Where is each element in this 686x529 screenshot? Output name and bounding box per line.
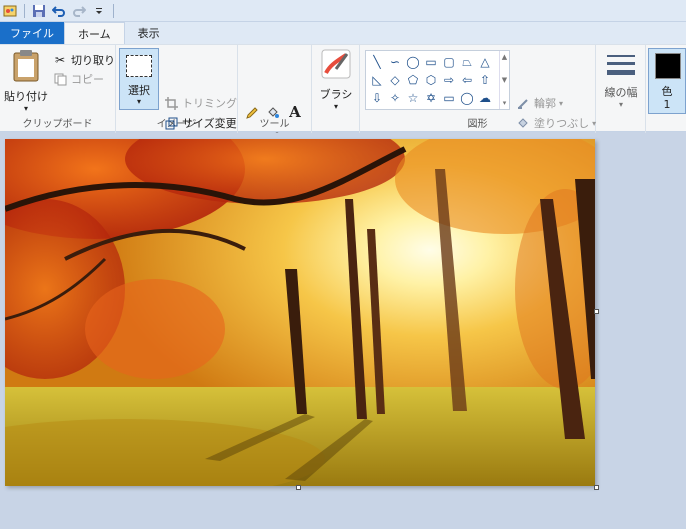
shapes-gallery[interactable]: ╲ ∽ ◯ ▭ ▢ ⏢ △ ◺ ◇ ⬠ ⬡ ⇨ ⇦ ⇧ ⇩ ✧ ☆ ✡ ▭ ◯ … xyxy=(365,50,510,110)
resize-label: サイズ変更 xyxy=(182,117,237,130)
clipboard-group-label: クリップボード xyxy=(22,119,93,130)
pencil-icon[interactable] xyxy=(244,105,260,121)
copy-button[interactable]: コピー xyxy=(52,71,104,87)
paint-app-icon[interactable] xyxy=(2,3,18,19)
right-arrow-shape-icon[interactable]: ⇨ xyxy=(440,71,458,89)
fill-bucket-icon[interactable] xyxy=(265,105,281,121)
clipboard-icon xyxy=(11,49,41,86)
customize-dropdown-icon[interactable] xyxy=(91,3,107,19)
resize-button[interactable]: サイズ変更 xyxy=(163,115,237,131)
chevron-up-icon[interactable]: ▲ xyxy=(502,53,507,61)
right-triangle-shape-icon[interactable]: ◺ xyxy=(368,71,386,89)
copy-icon xyxy=(52,71,68,87)
chevron-down-icon[interactable]: ▼ xyxy=(502,76,507,84)
canvas-resize-handle-corner[interactable] xyxy=(594,485,599,490)
brushes-button[interactable]: ブラシ ▾ xyxy=(315,49,357,111)
left-arrow-shape-icon[interactable]: ⇦ xyxy=(458,71,476,89)
fill-button[interactable]: 塗りつぶし ▾ xyxy=(515,115,596,131)
outline-button[interactable]: 輪郭 ▾ xyxy=(515,95,563,111)
color1-swatch xyxy=(655,53,681,79)
chevron-down-icon: ▾ xyxy=(23,104,28,113)
toolbar-separator xyxy=(113,3,114,18)
selection-rectangle-icon xyxy=(126,55,152,77)
toolbar-separator xyxy=(24,3,25,18)
triangle-shape-icon[interactable]: △ xyxy=(476,53,494,71)
ribbon-tabs: ファイル ホーム 表示 xyxy=(0,22,686,44)
chevron-down-icon: ▾ xyxy=(136,97,141,106)
oval-callout-shape-icon[interactable]: ◯ xyxy=(458,89,476,107)
paste-button[interactable]: 貼り付け ▾ xyxy=(4,49,48,113)
cut-label: 切り取り xyxy=(71,54,115,67)
chevron-down-icon: ▾ xyxy=(333,102,338,111)
outline-icon xyxy=(515,95,531,111)
canvas-workspace[interactable] xyxy=(0,133,686,529)
brushes-label: ブラシ xyxy=(319,88,353,101)
outline-label: 輪郭 xyxy=(534,97,556,110)
canvas-image[interactable] xyxy=(5,139,595,486)
canvas-resize-handle-bottom[interactable] xyxy=(296,485,301,490)
copy-label: コピー xyxy=(71,73,104,86)
chevron-down-icon: ▾ xyxy=(618,100,623,109)
five-point-star-shape-icon[interactable]: ☆ xyxy=(404,89,422,107)
crop-button[interactable]: トリミング xyxy=(163,95,237,111)
quick-access-toolbar xyxy=(0,0,686,22)
select-label: 選択 xyxy=(128,84,150,97)
crop-label: トリミング xyxy=(182,97,237,110)
curve-shape-icon[interactable]: ∽ xyxy=(386,53,404,71)
save-icon[interactable] xyxy=(31,3,47,19)
redo-icon[interactable] xyxy=(71,3,87,19)
line-shape-icon[interactable]: ╲ xyxy=(368,53,386,71)
chevron-down-icon: ▾ xyxy=(559,98,564,108)
autumn-forest-image xyxy=(5,139,595,486)
tab-view[interactable]: 表示 xyxy=(125,22,173,44)
up-arrow-shape-icon[interactable]: ⇧ xyxy=(476,71,494,89)
shapes-scrollbar[interactable]: ▲ ▼ ▾ xyxy=(499,51,509,109)
fill-icon xyxy=(515,115,531,131)
tab-home[interactable]: ホーム xyxy=(64,22,125,44)
tab-file[interactable]: ファイル xyxy=(0,22,64,44)
rectangle-shape-icon[interactable]: ▭ xyxy=(422,53,440,71)
expand-gallery-icon[interactable]: ▾ xyxy=(503,99,507,107)
diamond-shape-icon[interactable]: ◇ xyxy=(386,71,404,89)
ribbon: 貼り付け ▾ ✂ 切り取り コピー クリップボード イメージ 選択 ▾ トリミン… xyxy=(0,44,686,150)
cloud-callout-shape-icon[interactable]: ☁ xyxy=(476,89,494,107)
size-label: 線の幅 xyxy=(604,86,638,99)
paste-label: 貼り付け xyxy=(4,90,48,103)
oval-shape-icon[interactable]: ◯ xyxy=(404,53,422,71)
hexagon-shape-icon[interactable]: ⬡ xyxy=(422,71,440,89)
rounded-rectangle-shape-icon[interactable]: ▢ xyxy=(440,53,458,71)
scissors-icon: ✂ xyxy=(54,53,66,67)
down-arrow-shape-icon[interactable]: ⇩ xyxy=(368,89,386,107)
undo-icon[interactable] xyxy=(51,3,67,19)
line-width-icon xyxy=(606,53,636,82)
polygon-shape-icon[interactable]: ⏢ xyxy=(458,53,476,71)
four-point-star-shape-icon[interactable]: ✧ xyxy=(386,89,404,107)
brush-icon xyxy=(321,49,351,82)
cut-button[interactable]: ✂ 切り取り xyxy=(52,52,115,68)
canvas-resize-handle-right[interactable] xyxy=(594,309,599,314)
pentagon-shape-icon[interactable]: ⬠ xyxy=(404,71,422,89)
resize-icon xyxy=(163,115,179,131)
select-button[interactable]: 選択 ▾ xyxy=(119,48,159,110)
clipboard-group: 貼り付け ▾ ✂ 切り取り コピー クリップボード xyxy=(0,45,116,133)
fill-label: 塗りつぶし xyxy=(534,117,590,130)
crop-icon xyxy=(163,95,179,111)
color1-label: 色 1 xyxy=(649,85,685,111)
six-point-star-shape-icon[interactable]: ✡ xyxy=(422,89,440,107)
color1-label-line2: 1 xyxy=(663,98,671,111)
color1-button[interactable]: 色 1 xyxy=(648,48,686,114)
rounded-callout-shape-icon[interactable]: ▭ xyxy=(440,89,458,107)
size-button[interactable]: 線の幅 ▾ xyxy=(599,53,643,109)
text-tool-icon[interactable]: A xyxy=(287,103,303,121)
color1-label-line1: 色 xyxy=(661,85,673,98)
